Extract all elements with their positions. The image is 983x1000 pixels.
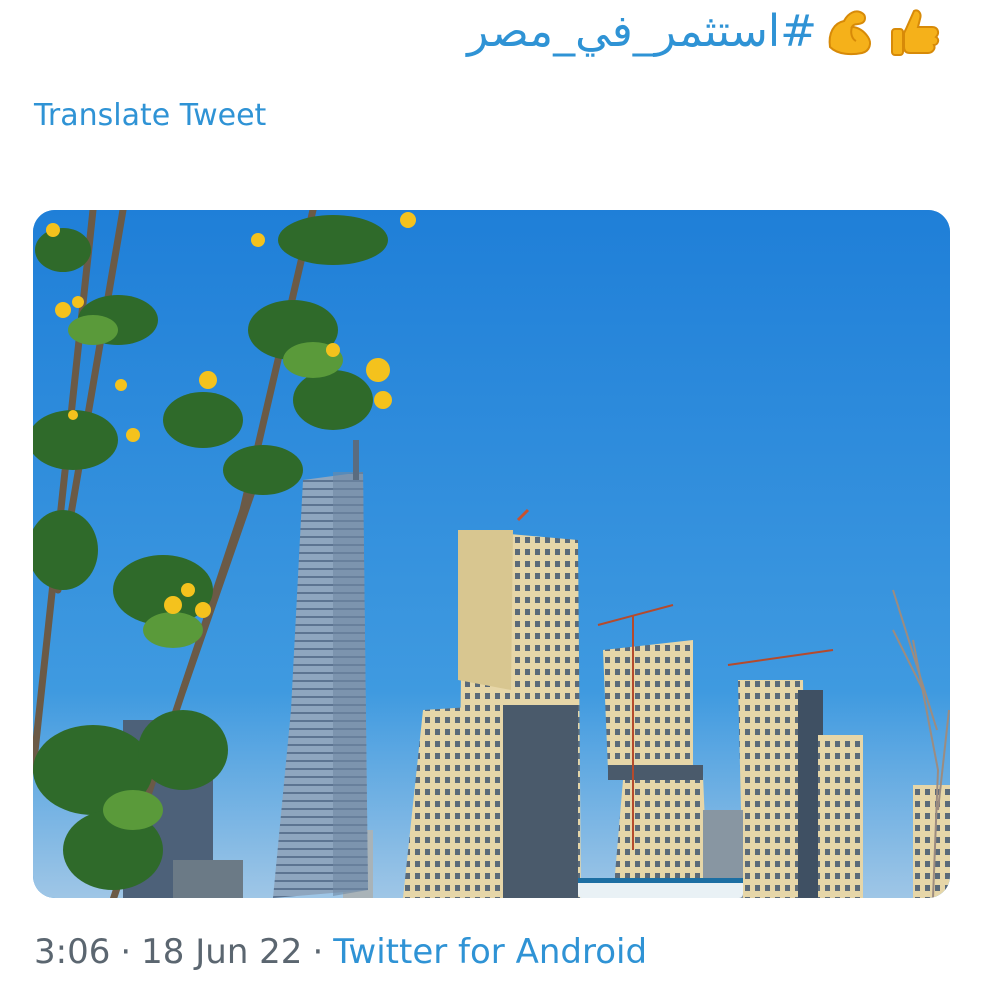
tweet-source-link[interactable]: Twitter for Android	[333, 932, 647, 972]
tweet-detail: #استثمر_في_مصر Translate Tweet 3:06 · 18…	[0, 0, 983, 1000]
thumbs-up-icon	[885, 2, 945, 62]
tweet-photo[interactable]	[33, 210, 950, 898]
translate-tweet-link[interactable]: Translate Tweet	[34, 98, 266, 133]
hashtag-link[interactable]: #استثمر_في_مصر	[467, 10, 817, 54]
flexed-biceps-icon	[821, 2, 881, 62]
tweet-time: 3:06	[34, 932, 111, 972]
separator: ·	[312, 932, 324, 972]
tweet-metadata: 3:06 · 18 Jun 22 · Twitter for Android	[34, 932, 647, 972]
tweet-text: #استثمر_في_مصر	[467, 2, 945, 62]
separator: ·	[120, 932, 132, 972]
skyline-photo-image	[33, 210, 950, 898]
tweet-date: 18 Jun 22	[141, 932, 303, 972]
